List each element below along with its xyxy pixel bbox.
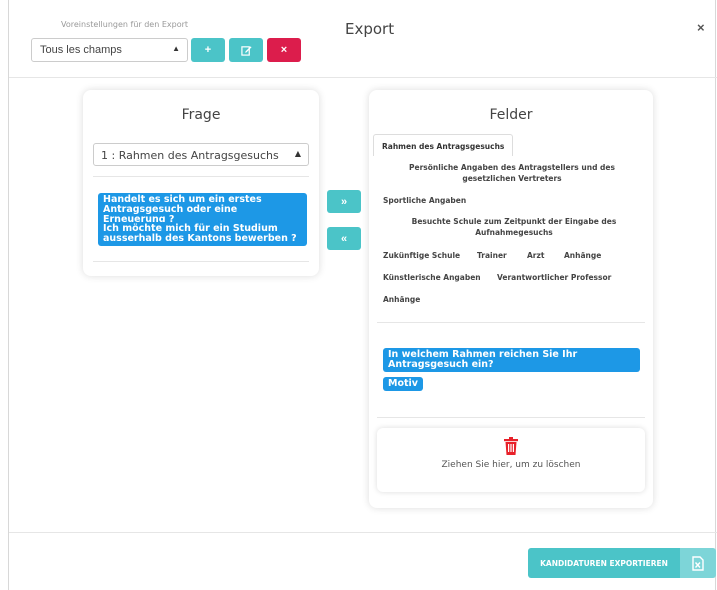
select-caret-icon: ▲︎: [294, 149, 301, 158]
selected-field[interactable]: Motiv: [383, 377, 423, 391]
double-chevron-left-icon: «: [340, 232, 348, 245]
field-sportliche-angaben[interactable]: Sportliche Angaben: [383, 195, 466, 206]
close-icon: ×: [697, 20, 705, 35]
preset-select[interactable]: Tous les champs ▲︎: [31, 38, 188, 62]
field-verantwortlicher-professor[interactable]: Verantwortlicher Professor: [497, 272, 611, 283]
modal-header: Voreinstellungen für den Export Tous les…: [9, 0, 717, 78]
frage-divider-bottom: [93, 261, 309, 262]
frage-panel: Frage 1 : Rahmen des Antragsgesuchs ▲︎ H…: [83, 90, 319, 276]
selected-field[interactable]: In welchem Rahmen reichen Sie Ihr Antrag…: [383, 348, 640, 372]
delete-preset-button[interactable]: ×: [267, 38, 301, 62]
question-item[interactable]: Ich möchte mich für ein Studium ausserha…: [98, 222, 307, 246]
delete-dropzone[interactable]: Ziehen Sie hier, um zu löschen: [377, 428, 645, 492]
frage-divider-top: [93, 176, 309, 177]
question-group-select[interactable]: 1 : Rahmen des Antragsgesuchs ▲︎: [93, 143, 309, 166]
felder-panel: Felder Rahmen des Antragsgesuchs Persönl…: [369, 90, 653, 508]
trash-icon: [504, 437, 518, 455]
add-preset-button[interactable]: +: [191, 38, 225, 62]
field-anhaenge[interactable]: Anhänge: [564, 250, 601, 261]
modal-title: Export: [345, 20, 395, 38]
excel-file-icon: [692, 555, 704, 571]
x-icon: ×: [280, 44, 288, 56]
felder-divider-bottom: [377, 417, 645, 418]
field-besuchte-schule[interactable]: Besuchte Schule zum Zeitpunkt der Eingab…: [409, 216, 619, 238]
move-right-button[interactable]: »: [327, 190, 361, 213]
field-persoenliche-angaben[interactable]: Persönliche Angaben des Antragstellers u…: [387, 162, 637, 184]
field-trainer[interactable]: Trainer: [477, 250, 507, 261]
export-button-label: KANDIDATUREN EXPORTIEREN: [540, 558, 668, 568]
export-excel-button[interactable]: [680, 548, 716, 578]
field-anhaenge-2[interactable]: Anhänge: [383, 294, 420, 305]
edit-icon: [240, 45, 252, 56]
preset-select-value: Tous les champs: [40, 44, 122, 56]
footer-divider: [9, 532, 717, 533]
tab-rahmen[interactable]: Rahmen des Antragsgesuchs: [373, 134, 514, 156]
plus-icon: +: [204, 44, 212, 56]
close-modal-button[interactable]: ×: [697, 20, 705, 35]
export-candidatures-button[interactable]: KANDIDATUREN EXPORTIEREN: [528, 548, 680, 578]
field-arzt[interactable]: Arzt: [527, 250, 544, 261]
frage-title: Frage: [181, 107, 221, 123]
move-left-button[interactable]: «: [327, 227, 361, 250]
select-caret-icon: ▲︎: [172, 44, 180, 53]
field-zukuenftige-schule[interactable]: Zukünftige Schule: [383, 250, 460, 261]
dropzone-text: Ziehen Sie hier, um zu löschen: [441, 460, 581, 470]
field-kuenstlerische-angaben[interactable]: Künstlerische Angaben: [383, 272, 481, 283]
preset-label: Voreinstellungen für den Export: [61, 20, 189, 29]
edit-preset-button[interactable]: [229, 38, 263, 62]
double-chevron-right-icon: »: [340, 195, 348, 208]
felder-title: Felder: [489, 107, 533, 123]
question-group-value: 1 : Rahmen des Antragsgesuchs: [101, 149, 279, 162]
export-modal: Voreinstellungen für den Export Tous les…: [8, 0, 717, 590]
felder-divider-top: [377, 322, 645, 323]
